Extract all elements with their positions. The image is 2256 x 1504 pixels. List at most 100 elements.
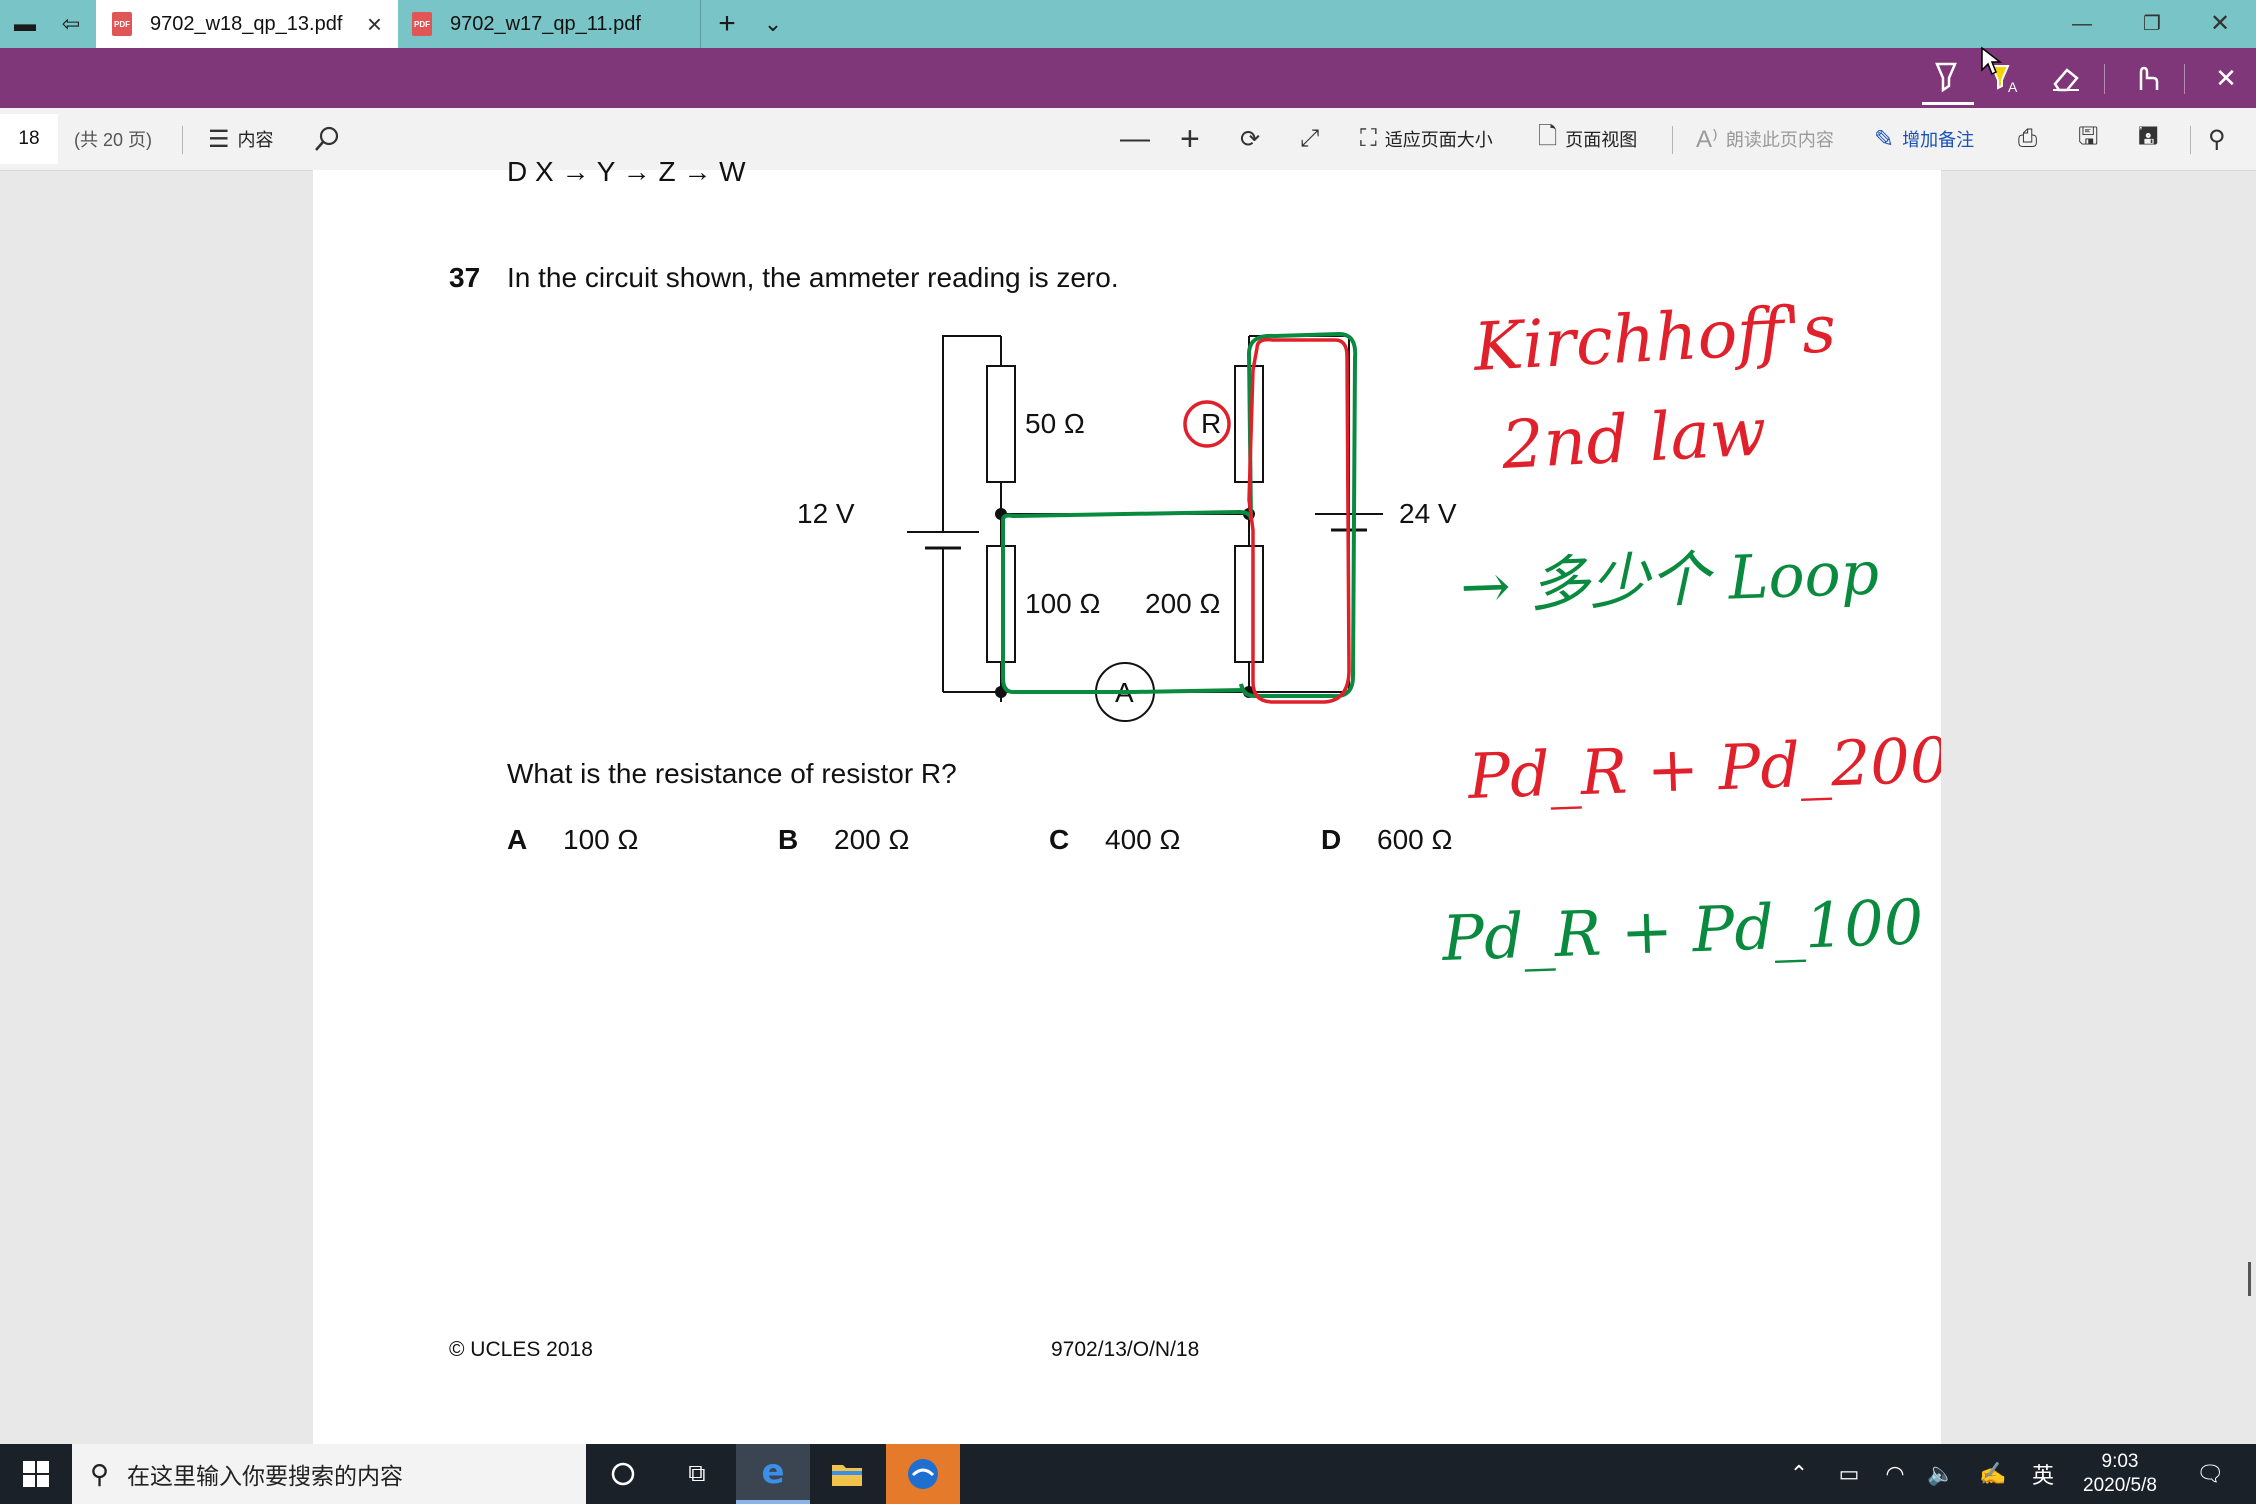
toolbar-separator [182, 126, 183, 154]
note-kirchhoff: Kirchhoff's [1471, 290, 1838, 386]
battery-icon[interactable]: ▭ [1832, 1444, 1866, 1504]
zoom-in-button[interactable]: + [1180, 108, 1208, 170]
pin-icon: ⚲ [2208, 125, 2226, 153]
close-ink-icon[interactable]: ✕ [2206, 60, 2246, 96]
add-notes-button[interactable]: ✎ 增加备注 [1874, 108, 1974, 170]
tab-label: 9702_w17_qp_11.pdf [450, 12, 641, 35]
page-view-button[interactable]: 🗋 页面视图 [1538, 108, 1637, 170]
search-icon [315, 126, 339, 151]
save-button[interactable]: 🖫 [2078, 108, 2106, 170]
recorder-icon [908, 1459, 938, 1489]
pdf-page: D X → Y → Z → W 37 In the circuit shown,… [313, 156, 1941, 1445]
clock-time: 9:03 [2101, 1451, 2139, 1472]
toolbar-separator [1672, 126, 1673, 154]
recorder-app[interactable] [886, 1444, 960, 1504]
touch-writing-icon[interactable] [2126, 60, 2166, 96]
expand-icon: ⤢ [1300, 125, 1320, 152]
title-bar: ▬ ⇦ PDF 9702_w18_qp_13.pdf × PDF 9702_w1… [0, 0, 2256, 48]
search-button[interactable] [312, 108, 342, 170]
read-aloud-label: 朗读此页内容 [1725, 130, 1834, 150]
windows-taskbar: ⚲ 在这里输入你要搜索的内容 ⧉ e ⌃ ▭ ◠ 🔈 ✍ 英 9:03 2020… [0, 1444, 2256, 1504]
page-total: (共 20 页) [74, 130, 153, 150]
cortana-button[interactable] [586, 1444, 660, 1504]
taskbar-search-box[interactable]: ⚲ 在这里输入你要搜索的内容 [72, 1444, 586, 1504]
system-clock[interactable]: 9:03 2020/5/8 [2060, 1450, 2180, 1498]
print-icon: ⎙ [2018, 125, 2038, 152]
ink-separator [2184, 64, 2185, 94]
note-equation-2: Pd_R + Pd_100 = 24 [1440, 879, 1941, 975]
pdf-file-icon: PDF [412, 12, 432, 36]
print-button[interactable]: ⎙ [2018, 108, 2045, 170]
fit-page-button[interactable]: ⛶ 适应页面大小 [1360, 108, 1493, 170]
file-explorer-app[interactable] [810, 1444, 884, 1504]
close-tab-icon[interactable]: × [367, 9, 382, 40]
edge-icon: e [761, 1452, 785, 1492]
volume-icon[interactable]: 🔈 [1924, 1444, 1958, 1504]
handwritten-notes: Kirchhoff's 2nd law → 多少个 Loop Pd_R + Pd… [1440, 290, 1941, 975]
save-icon: 🖫 [2078, 122, 2099, 150]
ink-toolbar: A ✕ [0, 48, 2256, 108]
tab-9702-w18[interactable]: PDF 9702_w18_qp_13.pdf × [96, 0, 398, 48]
list-icon: ☰ [208, 125, 230, 153]
windows-logo-icon [23, 1461, 49, 1487]
minus-icon: — [1120, 122, 1150, 155]
highlighter-pen-icon[interactable] [1926, 60, 1966, 96]
tab-overview-icon[interactable]: ▬ [10, 10, 40, 38]
new-tab-icon[interactable]: + [712, 9, 742, 39]
mouse-cursor-icon [1981, 46, 2002, 76]
note-loops: → 多少个 Loop [1459, 538, 1880, 623]
clock-date: 2020/5/8 [2083, 1475, 2157, 1496]
set-tabs-aside-icon[interactable]: ⇦ [56, 10, 86, 38]
tab-list-chevron-icon[interactable]: ⌄ [758, 10, 788, 38]
fit-page-label: 适应页面大小 [1384, 130, 1493, 150]
ink-separator [2104, 64, 2105, 94]
page-icon: 🗋 [1538, 122, 1558, 150]
rotate-icon: ⟳ [1240, 125, 1261, 153]
folder-icon [832, 1465, 862, 1486]
zoom-out-button[interactable]: — [1120, 108, 1158, 170]
pen-icon: ✎ [1874, 125, 1895, 153]
footer-copyright: © UCLES 2018 [449, 1338, 593, 1361]
eraser-icon[interactable] [2046, 60, 2086, 96]
fullscreen-button[interactable]: ⤢ [1300, 108, 1327, 170]
show-hidden-icons[interactable]: ⌃ [1784, 1444, 1814, 1504]
pin-toolbar-button[interactable]: ⚲ [2208, 108, 2234, 170]
action-center-icon[interactable]: 🗨 [2190, 1444, 2230, 1504]
fit-page-icon: ⛶ [1360, 125, 1377, 152]
read-aloud-icon: A⁾ [1696, 125, 1718, 153]
note-2nd-law: 2nd law [1499, 393, 1768, 484]
contents-button[interactable]: ☰ 内容 [208, 108, 274, 170]
tab-9702-w17[interactable]: PDF 9702_w17_qp_11.pdf [400, 0, 700, 48]
plus-icon: + [1180, 119, 1200, 158]
cortana-circle-icon [611, 1462, 635, 1486]
save-as-button[interactable]: 🖪 [2138, 108, 2166, 170]
page-view-label: 页面视图 [1565, 130, 1638, 150]
active-tool-indicator [1922, 102, 1974, 105]
footer-paper-code: 9702/13/O/N/18 [1051, 1338, 1200, 1361]
note-equation-1: Pd_R + Pd_200 = 24 [1466, 717, 1941, 813]
tab-separator [700, 0, 701, 48]
start-button[interactable] [0, 1444, 72, 1504]
input-method-indicator[interactable]: 英 [2026, 1444, 2060, 1504]
contents-label: 内容 [237, 130, 274, 150]
wifi-icon[interactable]: ◠ [1878, 1444, 1912, 1504]
edge-app[interactable]: e [736, 1444, 810, 1504]
page-number-input[interactable]: 18 [0, 114, 58, 164]
rotate-button[interactable]: ⟳ [1240, 108, 1268, 170]
search-icon: ⚲ [90, 1458, 110, 1489]
pdf-toolbar: 18 (共 20 页) ☰ 内容 — + ⟳ ⤢ ⛶ 适应页面大小 🗋 页面视图… [0, 108, 2256, 171]
task-view-button[interactable]: ⧉ [660, 1444, 734, 1504]
restore-button[interactable]: ❐ [2122, 0, 2182, 48]
toolbar-separator [2190, 126, 2191, 154]
pdf-file-icon: PDF [112, 12, 132, 36]
pen-workspace-icon[interactable]: ✍ [1976, 1444, 2010, 1504]
tab-label: 9702_w18_qp_13.pdf [150, 12, 343, 35]
read-aloud-button[interactable]: A⁾ 朗读此页内容 [1696, 108, 1834, 170]
save-as-icon: 🖪 [2138, 122, 2159, 150]
close-window-button[interactable]: ✕ [2190, 0, 2250, 48]
svg-text:A: A [2008, 79, 2018, 95]
scrollbar-thumb[interactable] [2248, 1262, 2251, 1296]
minimize-button[interactable]: — [2052, 0, 2112, 48]
add-notes-label: 增加备注 [1902, 130, 1975, 150]
search-placeholder: 在这里输入你要搜索的内容 [127, 1463, 404, 1489]
